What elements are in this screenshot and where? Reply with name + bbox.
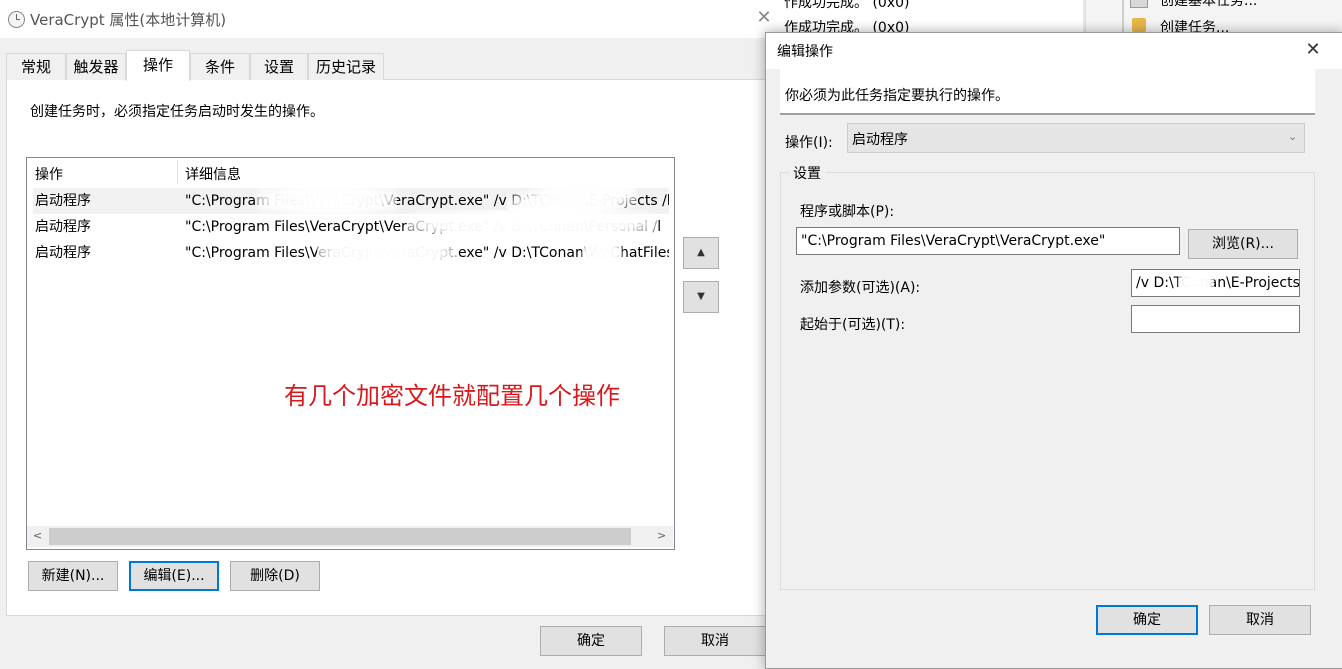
program-input[interactable]: "C:\Program Files\VeraCrypt\VeraCrypt.ex…	[796, 227, 1180, 255]
tab-conditions[interactable]: 条件	[190, 53, 250, 80]
bg-create-basic-task[interactable]: 创建基本任务...	[1160, 0, 1257, 10]
chevron-down-icon: ⌄	[1288, 130, 1298, 143]
move-up-button[interactable]: ▲	[683, 237, 719, 269]
edit-ok-button[interactable]: 确定	[1096, 605, 1198, 635]
browse-button[interactable]: 浏览(R)...	[1188, 229, 1298, 259]
edit-action-button[interactable]: 编辑(E)...	[129, 561, 219, 591]
tab-settings[interactable]: 设置	[250, 53, 308, 80]
program-label: 程序或脚本(P):	[800, 204, 895, 220]
annotation-text: 有几个加密文件就配置几个操作	[284, 382, 620, 410]
action-cell: 启动程序	[35, 245, 91, 261]
scroll-right-icon[interactable]: >	[657, 529, 666, 542]
actions-description: 创建任务时，必须指定任务启动时发生的操作。	[30, 104, 324, 120]
settings-group-title: 设置	[789, 163, 825, 183]
ok-button[interactable]: 确定	[540, 626, 642, 656]
start-in-input[interactable]	[1131, 305, 1300, 333]
scroll-thumb[interactable]	[49, 528, 631, 545]
edit-title-bar: 编辑操作 ✕	[766, 33, 1342, 69]
move-down-button[interactable]: ▼	[683, 281, 719, 313]
privacy-blur	[257, 186, 397, 214]
edit-action-dialog: 编辑操作 ✕ 你必须为此任务指定要执行的操作。 操作(I): 启动程序 ⌄ 设置…	[765, 32, 1342, 669]
triangle-up-icon: ▲	[697, 247, 705, 258]
tab-triggers[interactable]: 触发器	[66, 53, 126, 80]
edit-cancel-button[interactable]: 取消	[1209, 605, 1311, 635]
column-header-action[interactable]: 操作	[35, 164, 63, 184]
arguments-label: 添加参数(可选)(A):	[800, 280, 921, 296]
privacy-blur	[1178, 271, 1214, 295]
cancel-button[interactable]: 取消	[664, 626, 766, 656]
window-title: VeraCrypt 属性(本地计算机)	[30, 11, 227, 29]
actions-list[interactable]: 操作 详细信息 启动程序 "C:\Program Files\VeraCrypt…	[26, 157, 675, 550]
action-cell: 启动程序	[35, 193, 91, 209]
privacy-blur	[582, 240, 622, 266]
action-type-select[interactable]: 启动程序 ⌄	[847, 123, 1305, 153]
triangle-down-icon: ▼	[697, 291, 705, 302]
edit-dialog-title: 编辑操作	[777, 44, 833, 60]
start-in-label: 起始于(可选)(T):	[800, 317, 906, 333]
tab-general[interactable]: 常规	[6, 53, 66, 80]
arguments-input[interactable]: /v D:\TConan\E-Projects	[1131, 269, 1300, 297]
delete-action-button[interactable]: 删除(D)	[230, 561, 320, 591]
clock-icon	[8, 11, 25, 28]
bg-task-folder-icon	[1132, 18, 1146, 32]
instruction-text: 你必须为此任务指定要执行的操作。	[785, 88, 1009, 104]
scroll-left-icon[interactable]: <	[33, 529, 42, 542]
bg-task-icon	[1130, 0, 1148, 8]
privacy-blur	[317, 238, 457, 268]
close-icon[interactable]: ✕	[1301, 41, 1325, 59]
action-cell: 启动程序	[35, 219, 91, 235]
action-type-label: 操作(I):	[785, 135, 833, 151]
column-header-details[interactable]: 详细信息	[185, 164, 241, 184]
tab-actions[interactable]: 操作	[126, 50, 190, 81]
horizontal-scrollbar[interactable]: < >	[27, 526, 673, 547]
tab-history[interactable]: 历史记录	[308, 53, 384, 80]
instruction-area: 你必须为此任务指定要执行的操作。	[780, 69, 1315, 115]
close-icon[interactable]: ✕	[752, 9, 776, 27]
action-type-value: 启动程序	[852, 132, 908, 148]
privacy-blur	[407, 210, 657, 238]
main-title-bar: VeraCrypt 属性(本地计算机) ✕	[0, 0, 784, 38]
bg-log-line: 作成功完成。 (0x0)	[784, 0, 910, 11]
column-separator	[177, 160, 178, 184]
new-action-button[interactable]: 新建(N)...	[28, 561, 118, 591]
